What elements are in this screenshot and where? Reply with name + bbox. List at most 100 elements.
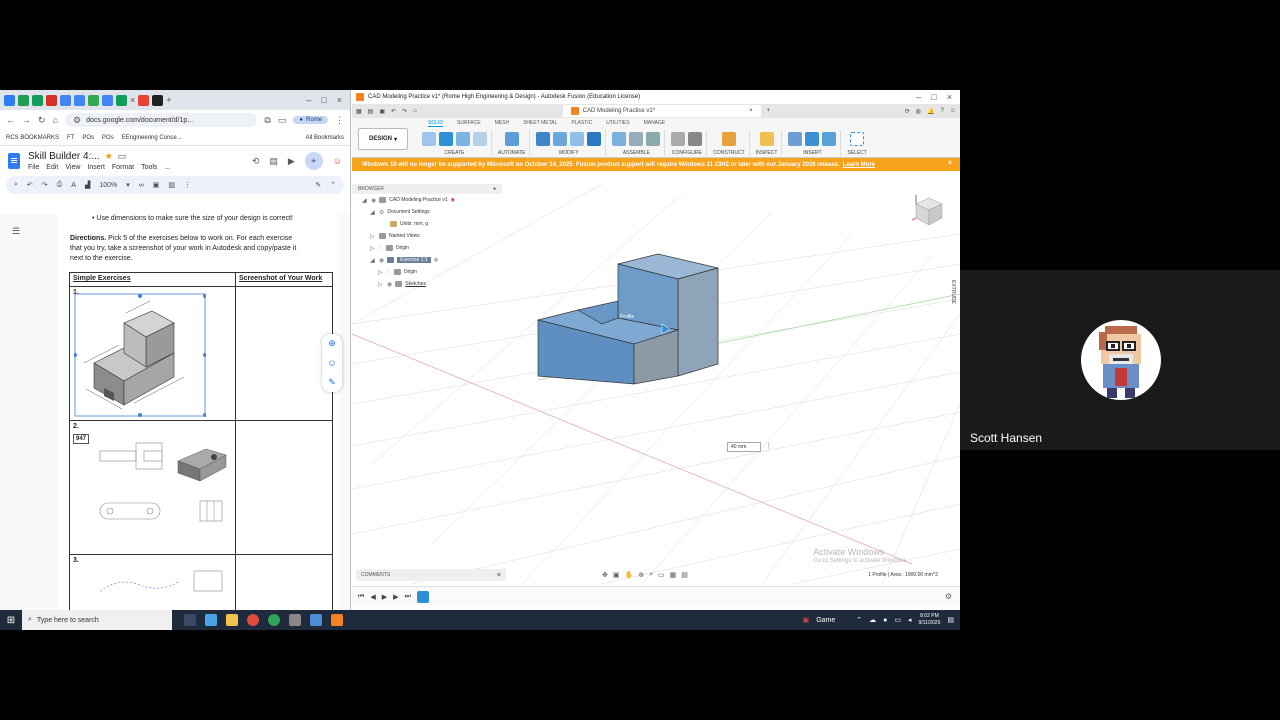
- add-comment-icon[interactable]: ▣: [153, 181, 160, 189]
- tab-solid[interactable]: SOLID: [428, 120, 444, 127]
- zoom-app-icon[interactable]: [289, 614, 301, 626]
- menu-file[interactable]: File: [28, 164, 39, 171]
- star-icon[interactable]: ★: [105, 152, 113, 161]
- tab-manage[interactable]: MANAGE: [644, 120, 666, 127]
- task-view-icon[interactable]: [184, 614, 196, 626]
- bookmark-pos-1[interactable]: POs: [82, 135, 94, 141]
- browser-item-origin[interactable]: ▷ ◌ Origin: [352, 242, 502, 254]
- redo-icon[interactable]: ↷: [42, 181, 48, 189]
- exercise-cell-1[interactable]: 1.: [69, 286, 236, 421]
- copilot-icon[interactable]: [205, 614, 217, 626]
- browser-item-units[interactable]: Units: mm, g: [352, 218, 502, 230]
- comments-add-icon[interactable]: ⊕: [497, 572, 501, 578]
- fillet-icon[interactable]: [553, 132, 568, 146]
- exercise-2-drawing[interactable]: [96, 439, 232, 535]
- file-menu-icon[interactable]: ▤: [368, 108, 374, 115]
- editing-mode-icon[interactable]: ✎: [315, 181, 321, 189]
- menu-format[interactable]: Format: [112, 164, 134, 171]
- home-icon[interactable]: ⌂: [413, 108, 417, 114]
- close-tab-icon[interactable]: ×: [130, 95, 135, 105]
- new-component-icon[interactable]: [612, 132, 627, 146]
- fusion-document-tab[interactable]: CAD Modeling Practice v1* ×: [562, 105, 761, 117]
- menu-edit[interactable]: Edit: [46, 164, 58, 171]
- create-sketch-icon[interactable]: [422, 132, 436, 146]
- tab-surface[interactable]: SURFACE: [457, 120, 481, 127]
- extensions-icon[interactable]: ◍: [916, 108, 921, 115]
- distance-options-icon[interactable]: ⋮: [765, 442, 772, 450]
- group-label-assemble[interactable]: ASSEMBLE: [623, 150, 650, 156]
- forward-icon[interactable]: →: [22, 115, 31, 125]
- workspace-switcher[interactable]: DESIGN ▾: [358, 128, 408, 150]
- browser-item-named-views[interactable]: ▷ Named Views: [352, 230, 502, 242]
- app-tab-icon[interactable]: [152, 94, 164, 106]
- spellcheck-icon[interactable]: A: [71, 182, 76, 189]
- maximize-icon[interactable]: □: [321, 95, 326, 105]
- learn-more-link[interactable]: Learn More: [843, 162, 875, 168]
- automate-icon[interactable]: [504, 132, 519, 146]
- insert-derive-icon[interactable]: [788, 132, 803, 146]
- home-icon[interactable]: ⌂: [53, 115, 58, 125]
- bookmark-ft[interactable]: FT: [67, 135, 74, 141]
- windows-start-icon[interactable]: ⊞: [0, 615, 22, 626]
- eye-icon[interactable]: ◉: [387, 281, 392, 288]
- account-avatar[interactable]: ☺: [950, 108, 956, 114]
- eye-icon[interactable]: ◉: [379, 257, 384, 264]
- emoji-reaction-icon[interactable]: ☺: [327, 358, 336, 368]
- volume-icon[interactable]: ◂: [908, 616, 912, 624]
- minimize-icon[interactable]: –: [306, 95, 311, 105]
- maximize-icon[interactable]: □: [931, 92, 936, 102]
- screenshot-cell-1[interactable]: [235, 286, 333, 421]
- exercise-cell-3[interactable]: 3.: [69, 554, 236, 610]
- cast-icon[interactable]: ▭: [278, 115, 287, 125]
- cloud-icon[interactable]: ☁: [869, 616, 876, 624]
- browser-item-sub-origin[interactable]: ▷ ◌ Origin: [352, 266, 502, 278]
- collapse-icon[interactable]: ◢: [370, 209, 376, 216]
- 3d-viewport[interactable]: Profile BROWSER ● ◢ ◉ CAD Modeling Practi…: [352, 184, 960, 584]
- configure-icon[interactable]: [671, 132, 686, 146]
- eye-icon[interactable]: ◉: [371, 197, 376, 204]
- viewports-icon[interactable]: ▤: [681, 571, 688, 579]
- tab-utilities[interactable]: UTILITIES: [606, 120, 629, 127]
- expand-icon[interactable]: ▷: [378, 281, 384, 288]
- taskbar-search[interactable]: ⌕ Type here to search: [22, 610, 172, 630]
- paint-format-icon[interactable]: ▟: [85, 181, 90, 189]
- browser-pin-icon[interactable]: ●: [493, 186, 496, 192]
- classroom-tab-icon[interactable]: [18, 94, 29, 106]
- help-icon[interactable]: ?: [941, 108, 944, 114]
- collapse-toolbar-icon[interactable]: ⌃: [330, 181, 336, 189]
- docs-tab-icon[interactable]: [4, 94, 15, 106]
- profile-button[interactable]: ● Rome: [293, 116, 328, 124]
- move-folder-icon[interactable]: ▭: [118, 152, 127, 161]
- outline-icon[interactable]: ☰: [12, 226, 20, 237]
- fit-icon[interactable]: ⌕: [649, 571, 653, 579]
- view-cube[interactable]: [912, 194, 946, 228]
- close-tab-icon[interactable]: ×: [749, 108, 753, 114]
- exercise-1-drawing[interactable]: [74, 293, 206, 417]
- gmail-tab-icon[interactable]: [138, 94, 150, 106]
- back-icon[interactable]: ←: [6, 115, 15, 125]
- record-tab-icon[interactable]: [46, 94, 57, 106]
- game-label[interactable]: Game: [816, 617, 835, 624]
- address-bar[interactable]: ⚙ docs.google.com/document/d/1p...: [64, 113, 258, 127]
- network-icon[interactable]: ▭: [894, 616, 901, 624]
- zoom-select[interactable]: 100%: [99, 182, 117, 189]
- undo-icon[interactable]: ↶: [391, 108, 396, 115]
- as-built-joint-icon[interactable]: [646, 132, 661, 146]
- measure-icon[interactable]: [759, 132, 774, 146]
- expand-icon[interactable]: ▷: [370, 233, 376, 240]
- browser-item-sketches[interactable]: ▷ ◉ Sketches: [352, 278, 502, 290]
- bookmark-rcs[interactable]: RCS BOOKMARKS: [6, 135, 59, 141]
- exercise-cell-2[interactable]: 2. 947: [69, 420, 236, 555]
- combine-icon[interactable]: [587, 132, 602, 146]
- suggest-edits-icon[interactable]: ✎: [328, 377, 336, 388]
- expand-icon[interactable]: ▷: [370, 245, 376, 252]
- close-window-icon[interactable]: ×: [947, 92, 952, 102]
- doc-title[interactable]: Skill Builder 4:...: [28, 151, 100, 162]
- timeline-start-icon[interactable]: ⏮: [358, 593, 364, 601]
- select-icon[interactable]: [850, 132, 865, 146]
- document-canvas[interactable]: ☰ • Use dimensions to make sure the size…: [0, 214, 350, 610]
- group-label-create[interactable]: CREATE: [445, 150, 465, 156]
- insert-mesh-icon[interactable]: [805, 132, 820, 146]
- data-panel-icon[interactable]: ▦: [356, 108, 362, 115]
- chrome-icon[interactable]: [247, 614, 259, 626]
